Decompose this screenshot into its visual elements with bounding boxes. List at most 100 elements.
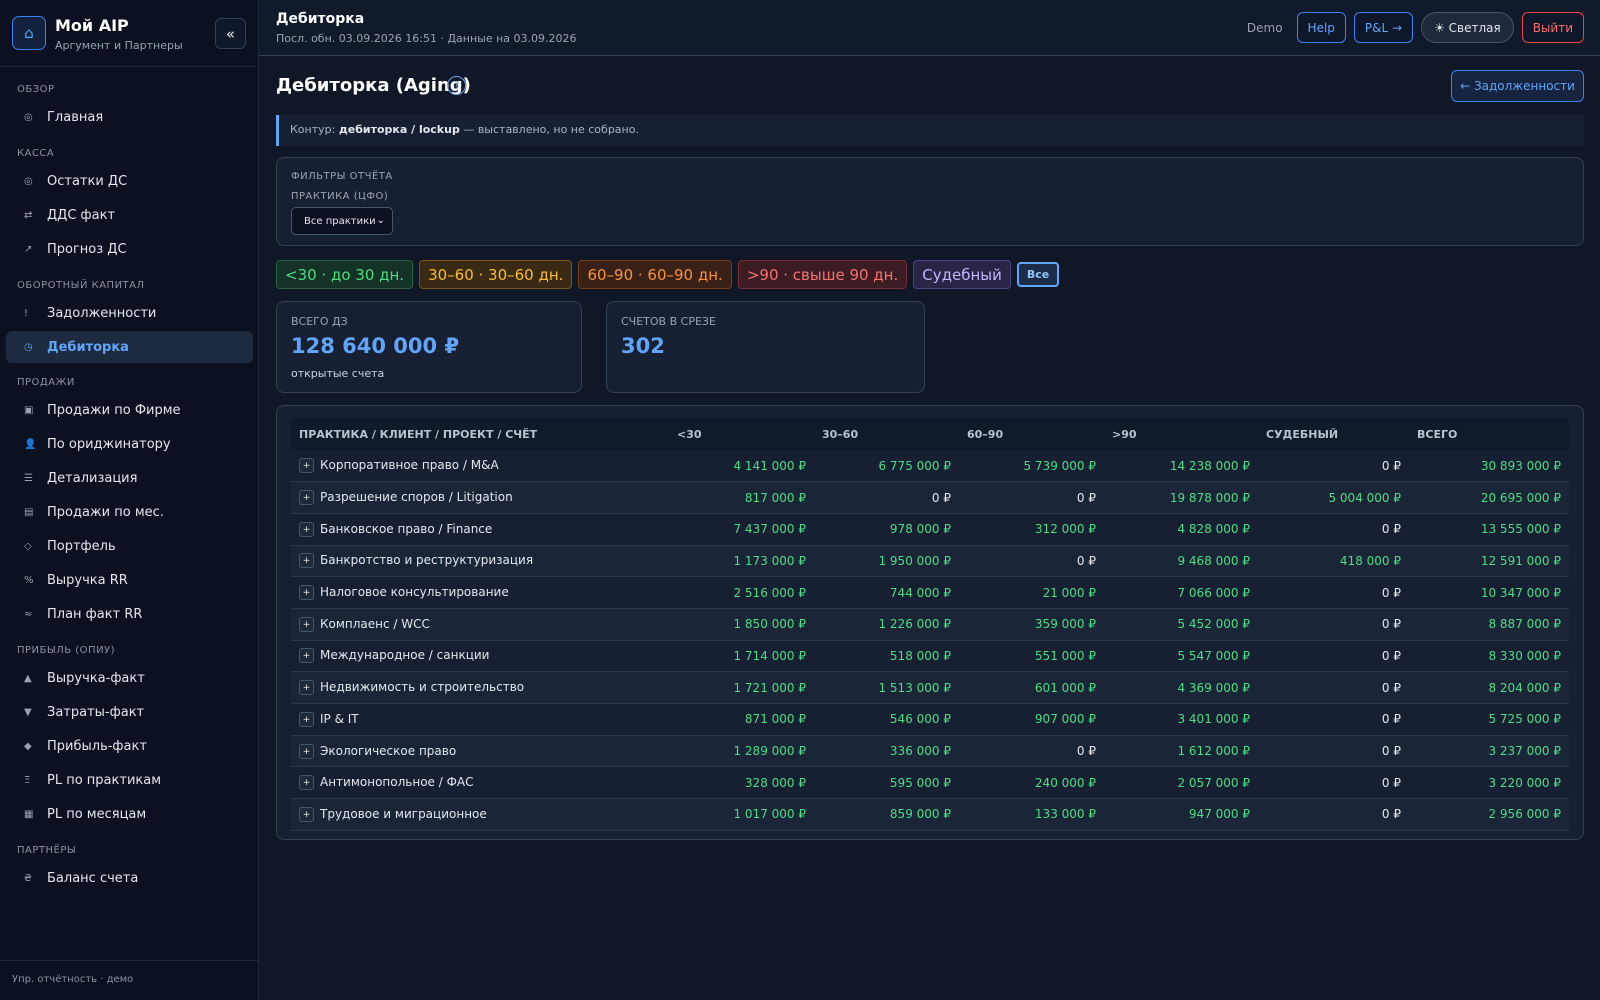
column-header-over-90[interactable]: >90 — [1104, 418, 1258, 450]
grid-icon: ▦ — [24, 808, 34, 820]
sidebar-item-details[interactable]: ☰ Детализация — [6, 462, 253, 494]
chip-litigation[interactable]: Судебный — [913, 260, 1011, 289]
chip-30-60[interactable]: 30–60 · 30–60 дн. — [419, 260, 573, 289]
sidebar-item-pl-practices[interactable]: Ξ PL по практикам — [6, 764, 253, 796]
amount-cell: 817 000 ₽ — [669, 481, 814, 514]
column-header-60-90[interactable]: 60–90 — [959, 418, 1104, 450]
table-row[interactable]: + Международное / санкции 1 714 000 ₽518 0… — [291, 640, 1569, 673]
amount-cell: 978 000 ₽ — [814, 513, 959, 546]
kpi-label: ВСЕГО ДЗ — [291, 315, 348, 328]
table-row[interactable]: + Разрешение споров / Litigation 817 000 ₽… — [291, 481, 1569, 514]
sidebar-item-account-balance[interactable]: ₴ Баланс счета — [6, 862, 253, 894]
table-row[interactable]: + Антимонопольное / ФАС 328 000 ₽595 000 ₽… — [291, 766, 1569, 800]
amount-cell: 5 004 000 ₽ — [1258, 481, 1409, 514]
amount-cell: 4 828 000 ₽ — [1104, 513, 1258, 546]
table-row[interactable]: + Экологическое право 1 289 000 ₽336 000 ₽… — [291, 735, 1569, 768]
sidebar-item-label: Детализация — [47, 470, 138, 486]
sidebar-item-label: Продажи по Фирме — [47, 402, 181, 418]
square-icon: ▣ — [24, 404, 34, 416]
sidebar-item-cash-forecast[interactable]: ↗ Прогноз ДС — [6, 233, 253, 265]
pl-button[interactable]: P&L → — [1353, 12, 1414, 43]
expand-plus-icon[interactable]: + — [299, 680, 314, 696]
sidebar-item-revenue-rr[interactable]: % Выручка RR — [6, 564, 253, 596]
amount-cell: 0 ₽ — [1258, 640, 1409, 673]
expand-plus-icon[interactable]: + — [299, 490, 314, 506]
expand-plus-icon[interactable]: + — [299, 648, 314, 664]
column-header-practice[interactable]: ПРАКТИКА / КЛИЕНТ / ПРОЕКТ / СЧЁТ — [291, 418, 669, 450]
collapse-sidebar-button[interactable]: « — [215, 18, 246, 49]
sidebar-item-debts[interactable]: ! Задолженности — [6, 297, 253, 329]
circle-dot-icon: ◎ — [24, 111, 33, 123]
expand-plus-icon[interactable]: + — [299, 806, 314, 822]
sidebar-item-revenue-fact[interactable]: ▲ Выручка-факт — [6, 662, 253, 694]
expand-plus-icon[interactable]: + — [299, 616, 314, 632]
practice-cell: + Трудовое и миграционное — [291, 798, 669, 831]
currency-icon: ₴ — [24, 872, 32, 884]
amount-cell: 0 ₽ — [1258, 703, 1409, 736]
expand-plus-icon[interactable]: + — [299, 521, 314, 537]
practice-select[interactable]: Все практики ⌄ — [291, 207, 393, 235]
chip-60-90[interactable]: 60–90 · 60–90 дн. — [578, 260, 732, 289]
expand-plus-icon[interactable]: + — [299, 585, 314, 601]
amount-cell: 1 950 000 ₽ — [814, 545, 959, 578]
practice-name: Международное / санкции — [320, 648, 490, 663]
table-row[interactable]: + Трудовое и миграционное 1 017 000 ₽859 0… — [291, 798, 1569, 831]
theme-toggle-button[interactable]: ☀ Светлая — [1421, 12, 1514, 43]
help-button[interactable]: Help — [1296, 12, 1346, 43]
table-row[interactable]: + Комплаенс / WCC 1 850 000 ₽1 226 000 ₽35… — [291, 608, 1569, 641]
expand-plus-icon[interactable]: + — [299, 775, 314, 791]
table-row[interactable]: + Недвижимость и строительство 1 721 000 ₽… — [291, 671, 1569, 704]
sidebar-item-sales-firm[interactable]: ▣ Продажи по Фирме — [6, 394, 253, 426]
sidebar-item-label: Прогноз ДС — [47, 241, 127, 257]
expand-plus-icon[interactable]: + — [299, 711, 314, 727]
practice-cell: + Банкротство и реструктуризация — [291, 545, 669, 578]
amount-cell: 1 850 000 ₽ — [669, 608, 814, 641]
sidebar-item-costs-fact[interactable]: ▼ Затраты-факт — [6, 696, 253, 728]
expand-plus-icon[interactable]: + — [299, 553, 314, 569]
column-header-30-60[interactable]: 30–60 — [814, 418, 959, 450]
chip-under-30[interactable]: <30 · до 30 дн. — [276, 260, 414, 289]
home-icon[interactable]: ⌂ — [12, 16, 46, 50]
sidebar-item-pl-months[interactable]: ▦ PL по месяцам — [6, 798, 253, 830]
practice-name: Трудовое и миграционное — [320, 806, 487, 821]
sidebar-item-plan-fact-rr[interactable]: ≈ План факт RR — [6, 598, 253, 630]
amount-cell: 8 887 000 ₽ — [1409, 608, 1569, 641]
amount-cell: 947 000 ₽ — [1104, 798, 1258, 831]
circle-dot-icon: ◎ — [24, 175, 33, 187]
sidebar-item-cash-balance[interactable]: ◎ Остатки ДС — [6, 165, 253, 197]
sidebar-item-sales-month[interactable]: ▤ Продажи по мес. — [6, 496, 253, 528]
amount-cell: 133 000 ₽ — [959, 798, 1104, 831]
top-actions: Demo Help P&L → ☀ Светлая Выйти — [1247, 12, 1584, 43]
report-filters: ФИЛЬТРЫ ОТЧЁТА ПРАКТИКА (ЦФО) Все практи… — [276, 157, 1584, 246]
amount-cell: 12 591 000 ₽ — [1409, 545, 1569, 578]
column-header-litigation[interactable]: СУДЕБНЫЙ — [1258, 418, 1409, 450]
sidebar-item-portfolio[interactable]: ◇ Портфель — [6, 530, 253, 562]
table-row[interactable]: + Банковское право / Finance 7 437 000 ₽97… — [291, 513, 1569, 546]
table-row[interactable]: + Корпоративное право / M&A 4 141 000 ₽6 7… — [291, 450, 1569, 483]
amount-cell: 6 775 000 ₽ — [814, 450, 959, 483]
practice-name: Разрешение споров / Litigation — [320, 490, 513, 505]
sidebar-item-profit-fact[interactable]: ◆ Прибыль-факт — [6, 730, 253, 762]
chip-over-90[interactable]: >90 · свыше 90 дн. — [737, 260, 908, 289]
table-row[interactable]: + IP & IT 871 000 ₽546 000 ₽907 000 ₽3 401… — [291, 703, 1569, 736]
sidebar-item-originator[interactable]: 👤 По ориджинатору — [6, 428, 253, 460]
practice-name: Комплаенс / WCC — [320, 616, 430, 631]
top-bar: Дебиторка Посл. обн. 03.09.2026 16:51 · … — [259, 0, 1600, 56]
table-row[interactable]: + Банкротство и реструктуризация 1 173 000… — [291, 545, 1569, 578]
help-circle-icon[interactable]: ? — [447, 76, 466, 95]
sidebar-item-cashflow-fact[interactable]: ⇄ ДДС факт — [6, 199, 253, 231]
column-header-total[interactable]: ВСЕГО — [1409, 418, 1569, 450]
amount-cell: 871 000 ₽ — [669, 703, 814, 736]
back-to-debts-button[interactable]: ← Задолженности — [1451, 70, 1584, 102]
expand-plus-icon[interactable]: + — [299, 743, 314, 759]
page-subtitle: Посл. обн. 03.09.2026 16:51 · Данные на … — [276, 32, 577, 45]
sidebar-item-receivables[interactable]: ◷ Дебиторка — [6, 331, 253, 363]
logout-button[interactable]: Выйти — [1521, 12, 1584, 43]
amount-cell: 0 ₽ — [1258, 766, 1409, 800]
column-header-under-30[interactable]: <30 — [669, 418, 814, 450]
chip-all[interactable]: Все — [1016, 262, 1060, 287]
table-row[interactable]: + Налоговое консультирование 2 516 000 ₽74… — [291, 576, 1569, 609]
expand-plus-icon[interactable]: + — [299, 458, 314, 474]
sidebar-item-home[interactable]: ◎ Главная — [6, 101, 253, 133]
practice-cell: + Комплаенс / WCC — [291, 608, 669, 641]
